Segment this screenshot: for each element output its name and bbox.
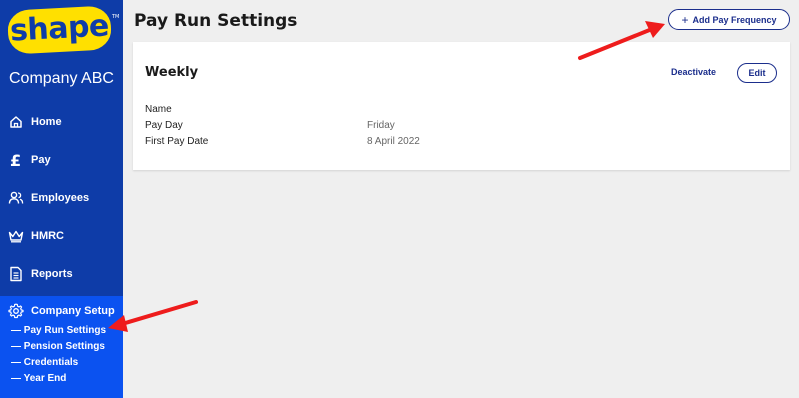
edit-button[interactable]: Edit (737, 63, 777, 83)
svg-text:£: £ (10, 152, 21, 168)
company-name: Company ABC (9, 70, 114, 87)
gear-icon (8, 303, 24, 319)
detail-label-name: Name (145, 104, 172, 115)
sidebar-item-label: HMRC (31, 230, 64, 242)
pay-frequency-card: Weekly Deactivate Edit Name Pay Day Frid… (133, 42, 790, 170)
deactivate-link[interactable]: Deactivate (671, 67, 716, 77)
detail-label-first-pay-date: First Pay Date (145, 136, 209, 147)
plus-icon: + (681, 12, 689, 27)
logo-trademark: TM (112, 14, 120, 20)
document-icon (8, 266, 24, 282)
sidebar-item-label: Company Setup (31, 305, 115, 317)
add-pay-frequency-label: Add Pay Frequency (692, 14, 777, 25)
company-setup-section: Company Setup — Pay Run Settings — Pensi… (0, 296, 123, 398)
sidebar-item-employees[interactable]: Employees (0, 183, 123, 213)
home-icon (8, 114, 24, 130)
sidebar-item-home[interactable]: Home (0, 107, 123, 137)
logo-text: shape (9, 7, 110, 49)
card-title: Weekly (145, 65, 199, 80)
pound-icon: £ (8, 152, 24, 168)
sidebar-subitem-credentials[interactable]: — Credentials (11, 357, 78, 368)
sidebar-subitem-pension-settings[interactable]: — Pension Settings (11, 341, 105, 352)
sidebar-item-label: Pay (31, 154, 51, 166)
sidebar-subitem-pay-run-settings[interactable]: — Pay Run Settings (11, 325, 106, 336)
detail-value-first-pay-date: 8 April 2022 (367, 136, 420, 147)
users-icon (8, 190, 24, 206)
app-root: shape TM Company ABC Home £ Pay Employee… (0, 0, 799, 398)
sidebar-item-company-setup[interactable]: Company Setup (0, 296, 123, 326)
add-pay-frequency-button[interactable]: + Add Pay Frequency (668, 9, 790, 30)
sidebar-subitem-year-end[interactable]: — Year End (11, 373, 66, 384)
sidebar-item-hmrc[interactable]: HMRC (0, 221, 123, 251)
sidebar-item-label: Employees (31, 192, 90, 204)
sidebar-item-label: Reports (31, 268, 73, 280)
page-title: Pay Run Settings (134, 11, 298, 31)
sidebar-item-reports[interactable]: Reports (0, 259, 123, 289)
sidebar-item-pay[interactable]: £ Pay (0, 145, 123, 175)
crown-icon (8, 228, 24, 244)
sidebar-item-label: Home (31, 116, 62, 128)
sidebar: shape TM Company ABC Home £ Pay Employee… (0, 0, 123, 398)
shape-logo[interactable]: shape (6, 5, 113, 55)
detail-value-pay-day: Friday (367, 120, 395, 131)
detail-label-pay-day: Pay Day (145, 120, 183, 131)
